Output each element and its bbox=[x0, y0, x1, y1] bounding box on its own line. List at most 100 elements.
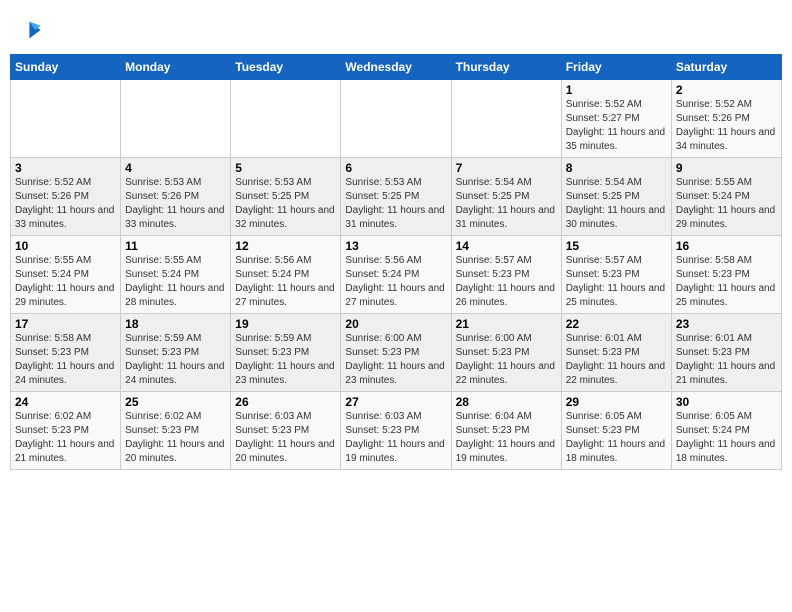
calendar-table: SundayMondayTuesdayWednesdayThursdayFrid… bbox=[10, 54, 782, 470]
calendar-cell: 6 Sunrise: 5:53 AMSunset: 5:25 PMDayligh… bbox=[341, 158, 451, 236]
day-number: 26 bbox=[235, 395, 336, 409]
day-info: Sunrise: 5:55 AMSunset: 5:24 PMDaylight:… bbox=[125, 254, 226, 310]
calendar-cell bbox=[341, 80, 451, 158]
calendar-cell: 26 Sunrise: 6:03 AMSunset: 5:23 PMDaylig… bbox=[231, 392, 341, 470]
day-number: 23 bbox=[676, 317, 777, 331]
calendar-cell: 7 Sunrise: 5:54 AMSunset: 5:25 PMDayligh… bbox=[451, 158, 561, 236]
week-row-3: 10 Sunrise: 5:55 AMSunset: 5:24 PMDaylig… bbox=[11, 236, 782, 314]
header-day-sunday: Sunday bbox=[11, 55, 121, 80]
day-number: 4 bbox=[125, 161, 226, 175]
day-info: Sunrise: 5:52 AMSunset: 5:27 PMDaylight:… bbox=[566, 98, 667, 154]
logo bbox=[14, 16, 46, 44]
calendar-body: 1 Sunrise: 5:52 AMSunset: 5:27 PMDayligh… bbox=[11, 80, 782, 470]
page-header bbox=[10, 10, 782, 50]
header-day-saturday: Saturday bbox=[671, 55, 781, 80]
week-row-1: 1 Sunrise: 5:52 AMSunset: 5:27 PMDayligh… bbox=[11, 80, 782, 158]
day-info: Sunrise: 5:57 AMSunset: 5:23 PMDaylight:… bbox=[456, 254, 557, 310]
day-info: Sunrise: 5:54 AMSunset: 5:25 PMDaylight:… bbox=[456, 176, 557, 232]
header-day-friday: Friday bbox=[561, 55, 671, 80]
header-day-wednesday: Wednesday bbox=[341, 55, 451, 80]
calendar-cell: 23 Sunrise: 6:01 AMSunset: 5:23 PMDaylig… bbox=[671, 314, 781, 392]
calendar-cell: 22 Sunrise: 6:01 AMSunset: 5:23 PMDaylig… bbox=[561, 314, 671, 392]
day-info: Sunrise: 5:55 AMSunset: 5:24 PMDaylight:… bbox=[676, 176, 777, 232]
calendar-cell: 14 Sunrise: 5:57 AMSunset: 5:23 PMDaylig… bbox=[451, 236, 561, 314]
day-number: 30 bbox=[676, 395, 777, 409]
day-info: Sunrise: 5:52 AMSunset: 5:26 PMDaylight:… bbox=[15, 176, 116, 232]
day-number: 15 bbox=[566, 239, 667, 253]
calendar-cell bbox=[231, 80, 341, 158]
day-info: Sunrise: 5:58 AMSunset: 5:23 PMDaylight:… bbox=[676, 254, 777, 310]
calendar-cell: 13 Sunrise: 5:56 AMSunset: 5:24 PMDaylig… bbox=[341, 236, 451, 314]
day-number: 3 bbox=[15, 161, 116, 175]
day-info: Sunrise: 5:59 AMSunset: 5:23 PMDaylight:… bbox=[125, 332, 226, 388]
day-number: 27 bbox=[345, 395, 446, 409]
calendar-cell: 21 Sunrise: 6:00 AMSunset: 5:23 PMDaylig… bbox=[451, 314, 561, 392]
calendar-cell: 28 Sunrise: 6:04 AMSunset: 5:23 PMDaylig… bbox=[451, 392, 561, 470]
day-info: Sunrise: 6:00 AMSunset: 5:23 PMDaylight:… bbox=[456, 332, 557, 388]
header-day-thursday: Thursday bbox=[451, 55, 561, 80]
day-info: Sunrise: 5:59 AMSunset: 5:23 PMDaylight:… bbox=[235, 332, 336, 388]
day-number: 28 bbox=[456, 395, 557, 409]
calendar-cell: 8 Sunrise: 5:54 AMSunset: 5:25 PMDayligh… bbox=[561, 158, 671, 236]
day-info: Sunrise: 5:54 AMSunset: 5:25 PMDaylight:… bbox=[566, 176, 667, 232]
day-number: 25 bbox=[125, 395, 226, 409]
calendar-cell bbox=[451, 80, 561, 158]
calendar-cell: 20 Sunrise: 6:00 AMSunset: 5:23 PMDaylig… bbox=[341, 314, 451, 392]
calendar-cell: 1 Sunrise: 5:52 AMSunset: 5:27 PMDayligh… bbox=[561, 80, 671, 158]
calendar-cell: 30 Sunrise: 6:05 AMSunset: 5:24 PMDaylig… bbox=[671, 392, 781, 470]
day-info: Sunrise: 6:02 AMSunset: 5:23 PMDaylight:… bbox=[125, 410, 226, 466]
calendar-cell: 5 Sunrise: 5:53 AMSunset: 5:25 PMDayligh… bbox=[231, 158, 341, 236]
day-info: Sunrise: 5:53 AMSunset: 5:25 PMDaylight:… bbox=[235, 176, 336, 232]
calendar-cell bbox=[121, 80, 231, 158]
day-number: 18 bbox=[125, 317, 226, 331]
header-row: SundayMondayTuesdayWednesdayThursdayFrid… bbox=[11, 55, 782, 80]
calendar-cell: 29 Sunrise: 6:05 AMSunset: 5:23 PMDaylig… bbox=[561, 392, 671, 470]
calendar-cell: 11 Sunrise: 5:55 AMSunset: 5:24 PMDaylig… bbox=[121, 236, 231, 314]
day-number: 8 bbox=[566, 161, 667, 175]
day-number: 14 bbox=[456, 239, 557, 253]
day-info: Sunrise: 5:53 AMSunset: 5:26 PMDaylight:… bbox=[125, 176, 226, 232]
day-number: 11 bbox=[125, 239, 226, 253]
day-number: 16 bbox=[676, 239, 777, 253]
calendar-cell: 18 Sunrise: 5:59 AMSunset: 5:23 PMDaylig… bbox=[121, 314, 231, 392]
day-number: 13 bbox=[345, 239, 446, 253]
day-info: Sunrise: 6:00 AMSunset: 5:23 PMDaylight:… bbox=[345, 332, 446, 388]
day-number: 10 bbox=[15, 239, 116, 253]
day-info: Sunrise: 5:55 AMSunset: 5:24 PMDaylight:… bbox=[15, 254, 116, 310]
header-day-tuesday: Tuesday bbox=[231, 55, 341, 80]
day-number: 5 bbox=[235, 161, 336, 175]
day-number: 20 bbox=[345, 317, 446, 331]
day-number: 19 bbox=[235, 317, 336, 331]
calendar-cell: 25 Sunrise: 6:02 AMSunset: 5:23 PMDaylig… bbox=[121, 392, 231, 470]
day-number: 21 bbox=[456, 317, 557, 331]
day-info: Sunrise: 6:01 AMSunset: 5:23 PMDaylight:… bbox=[676, 332, 777, 388]
day-info: Sunrise: 6:05 AMSunset: 5:23 PMDaylight:… bbox=[566, 410, 667, 466]
day-info: Sunrise: 5:52 AMSunset: 5:26 PMDaylight:… bbox=[676, 98, 777, 154]
day-info: Sunrise: 6:03 AMSunset: 5:23 PMDaylight:… bbox=[235, 410, 336, 466]
calendar-cell bbox=[11, 80, 121, 158]
calendar-cell: 4 Sunrise: 5:53 AMSunset: 5:26 PMDayligh… bbox=[121, 158, 231, 236]
day-number: 9 bbox=[676, 161, 777, 175]
header-day-monday: Monday bbox=[121, 55, 231, 80]
week-row-4: 17 Sunrise: 5:58 AMSunset: 5:23 PMDaylig… bbox=[11, 314, 782, 392]
day-info: Sunrise: 6:03 AMSunset: 5:23 PMDaylight:… bbox=[345, 410, 446, 466]
day-number: 12 bbox=[235, 239, 336, 253]
day-number: 2 bbox=[676, 83, 777, 97]
calendar-cell: 10 Sunrise: 5:55 AMSunset: 5:24 PMDaylig… bbox=[11, 236, 121, 314]
day-info: Sunrise: 5:56 AMSunset: 5:24 PMDaylight:… bbox=[345, 254, 446, 310]
day-number: 29 bbox=[566, 395, 667, 409]
calendar-cell: 15 Sunrise: 5:57 AMSunset: 5:23 PMDaylig… bbox=[561, 236, 671, 314]
week-row-2: 3 Sunrise: 5:52 AMSunset: 5:26 PMDayligh… bbox=[11, 158, 782, 236]
calendar-cell: 27 Sunrise: 6:03 AMSunset: 5:23 PMDaylig… bbox=[341, 392, 451, 470]
day-info: Sunrise: 5:53 AMSunset: 5:25 PMDaylight:… bbox=[345, 176, 446, 232]
day-info: Sunrise: 6:01 AMSunset: 5:23 PMDaylight:… bbox=[566, 332, 667, 388]
day-number: 24 bbox=[15, 395, 116, 409]
logo-icon bbox=[14, 16, 42, 44]
day-number: 7 bbox=[456, 161, 557, 175]
calendar-header: SundayMondayTuesdayWednesdayThursdayFrid… bbox=[11, 55, 782, 80]
calendar-cell: 16 Sunrise: 5:58 AMSunset: 5:23 PMDaylig… bbox=[671, 236, 781, 314]
day-info: Sunrise: 5:56 AMSunset: 5:24 PMDaylight:… bbox=[235, 254, 336, 310]
day-info: Sunrise: 5:58 AMSunset: 5:23 PMDaylight:… bbox=[15, 332, 116, 388]
day-number: 6 bbox=[345, 161, 446, 175]
calendar-cell: 2 Sunrise: 5:52 AMSunset: 5:26 PMDayligh… bbox=[671, 80, 781, 158]
